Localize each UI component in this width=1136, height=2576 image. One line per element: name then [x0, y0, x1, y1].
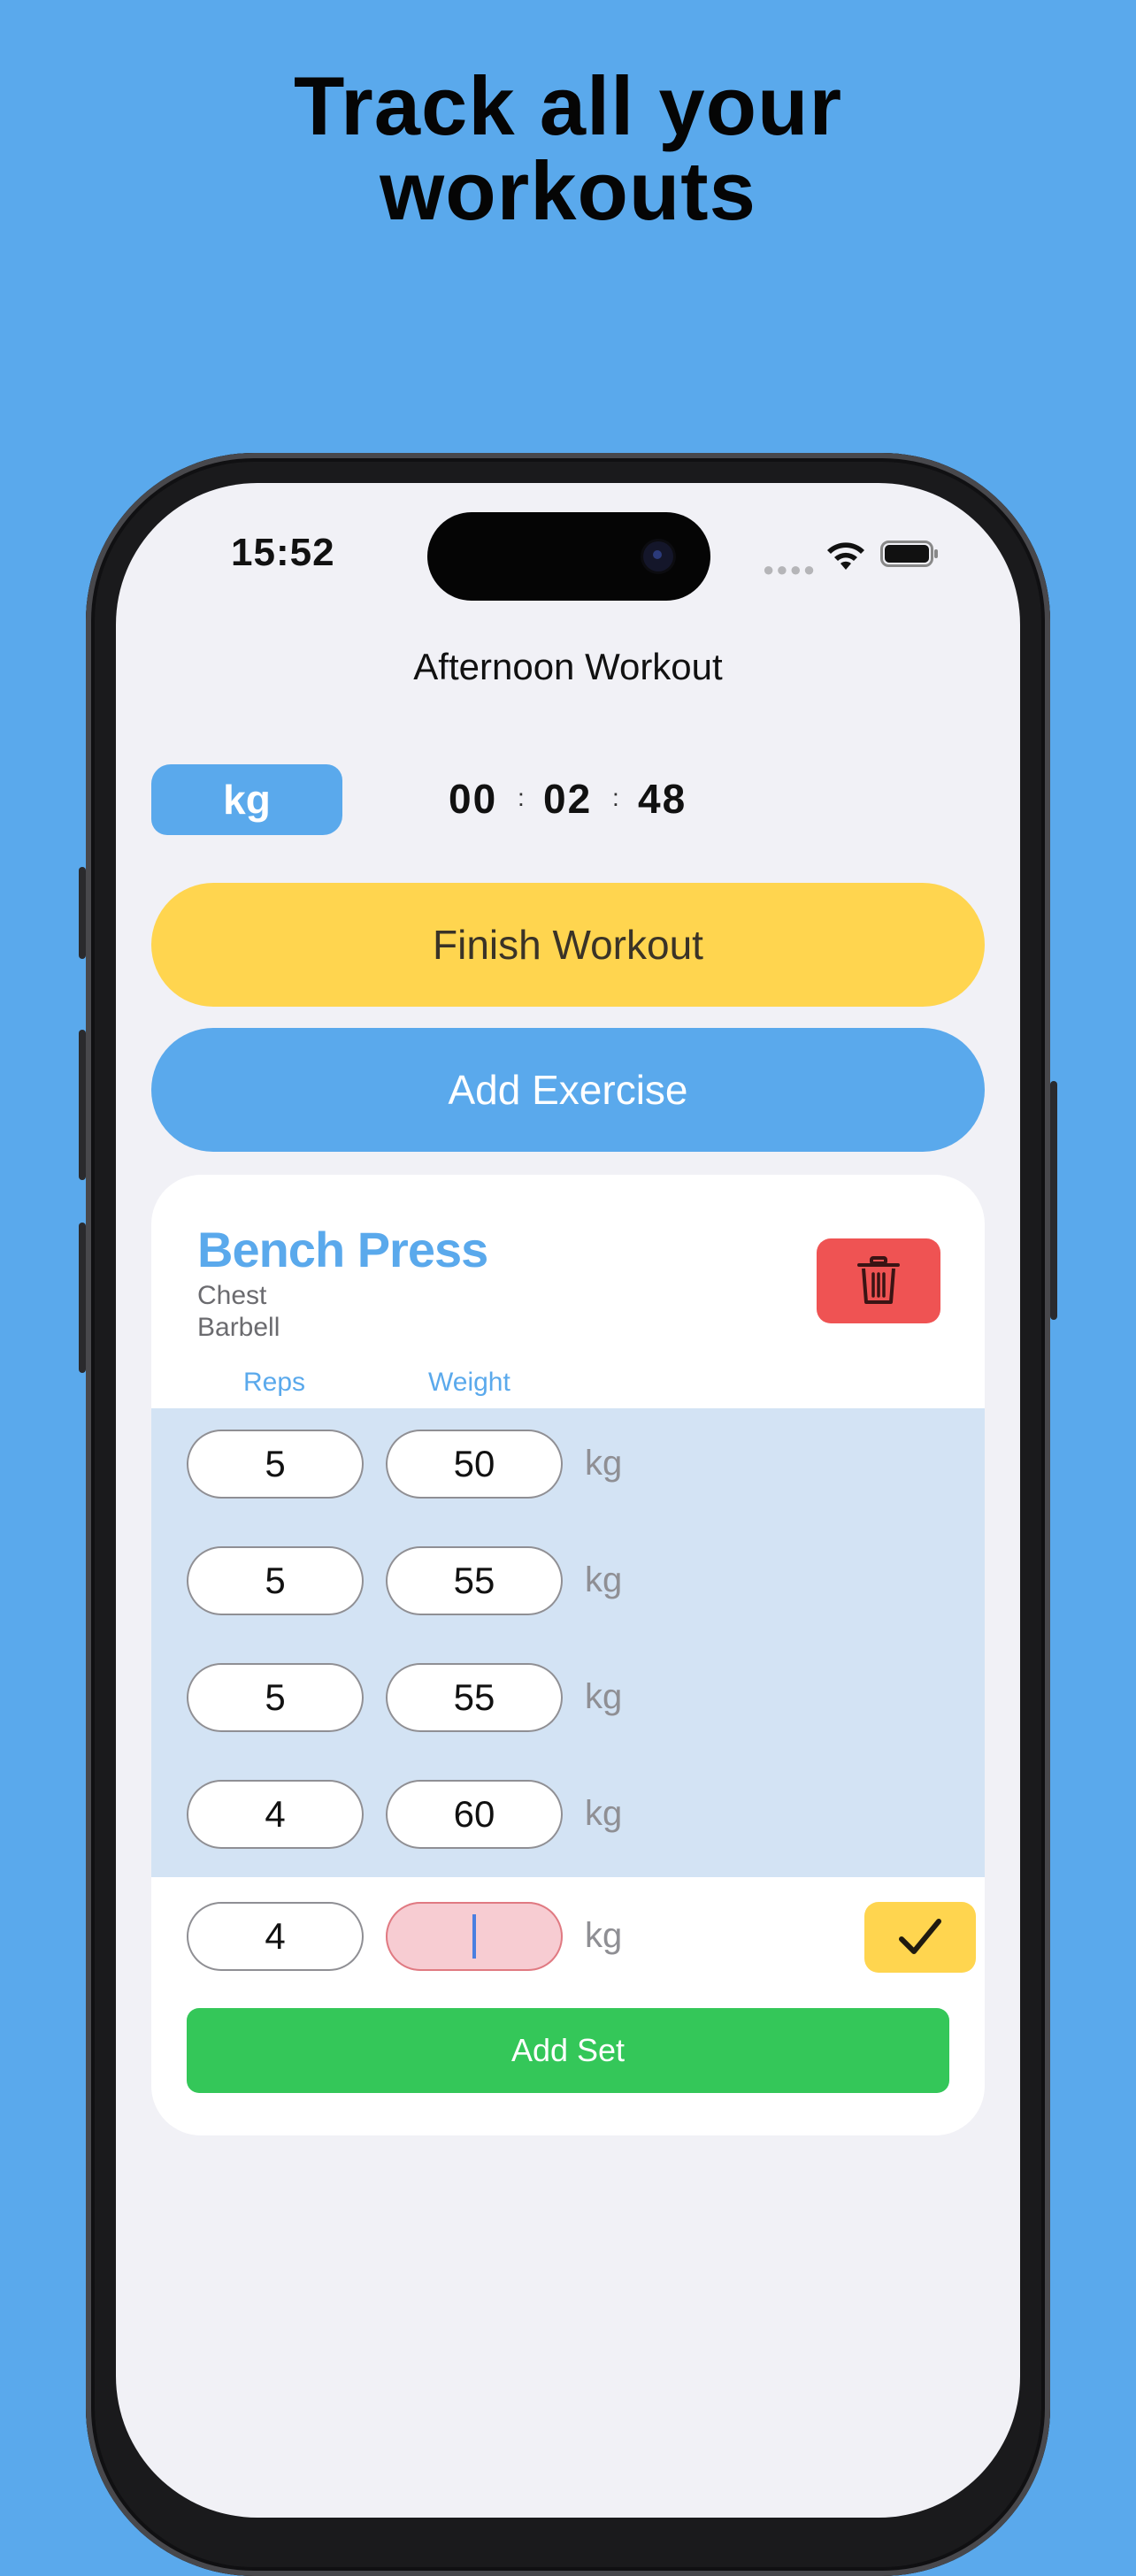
text-cursor — [472, 1914, 476, 1959]
set-1-reps-input[interactable]: 5 — [187, 1430, 364, 1499]
headline-line-1: Track all your — [293, 59, 843, 152]
add-exercise-button[interactable]: Add Exercise — [151, 1028, 985, 1152]
trash-icon — [857, 1256, 900, 1304]
headline: Track all your workouts — [0, 64, 1136, 234]
exercise-card: Bench Press Chest Barbell Reps Weight 5 … — [151, 1175, 985, 2135]
timer-seconds: 48 — [638, 776, 687, 822]
timer-minutes: 02 — [543, 776, 593, 822]
status-time: 15:52 — [231, 531, 335, 574]
set-2-reps-input[interactable]: 5 — [187, 1546, 364, 1615]
set-1-weight-input[interactable]: 50 — [386, 1430, 563, 1499]
column-header-reps: Reps — [243, 1368, 306, 1397]
headline-line-2: workouts — [380, 144, 756, 237]
side-button-mute — [79, 867, 86, 959]
current-set-weight-input[interactable] — [386, 1902, 563, 1971]
exercise-name: Bench Press — [197, 1222, 488, 1277]
set-3-unit-label: kg — [585, 1677, 623, 1716]
set-1-unit-label: kg — [585, 1444, 623, 1483]
delete-exercise-button[interactable] — [817, 1238, 940, 1323]
side-button-volume-down — [79, 1223, 86, 1373]
add-set-button[interactable]: Add Set — [187, 2008, 949, 2093]
set-2-unit-label: kg — [585, 1560, 623, 1599]
current-set-unit-label: kg — [585, 1916, 623, 1955]
timer-hours: 00 — [449, 776, 498, 822]
column-header-weight: Weight — [428, 1368, 510, 1397]
finish-workout-button[interactable]: Finish Workout — [151, 883, 985, 1007]
workout-title: Afternoon Workout — [413, 646, 723, 687]
wifi-icon — [827, 542, 864, 570]
front-camera — [643, 541, 673, 571]
current-set-reps-input[interactable]: 4 — [187, 1902, 364, 1971]
app-screen: 15:52 ●●●● Afternoon Workout kg 00 : 02 … — [116, 483, 1020, 2518]
set-4-weight-input[interactable]: 60 — [386, 1780, 563, 1849]
exercise-equipment: Barbell — [197, 1313, 280, 1342]
cellular-dots-icon: ●●●● — [763, 558, 817, 580]
timer-separator: : — [518, 784, 525, 811]
unit-toggle-button[interactable]: kg — [151, 764, 342, 835]
checkmark-icon — [899, 1919, 941, 1954]
side-button-volume-up — [79, 1030, 86, 1180]
set-3-weight-input[interactable]: 55 — [386, 1663, 563, 1732]
side-button-power — [1050, 1081, 1057, 1320]
set-3-reps-input[interactable]: 5 — [187, 1663, 364, 1732]
complete-set-button[interactable] — [864, 1902, 976, 1973]
set-4-reps-input[interactable]: 4 — [187, 1780, 364, 1849]
exercise-muscle: Chest — [197, 1281, 267, 1310]
set-2-weight-input[interactable]: 55 — [386, 1546, 563, 1615]
battery-icon — [880, 540, 938, 567]
set-4-unit-label: kg — [585, 1794, 623, 1833]
timer-separator: : — [612, 784, 619, 811]
